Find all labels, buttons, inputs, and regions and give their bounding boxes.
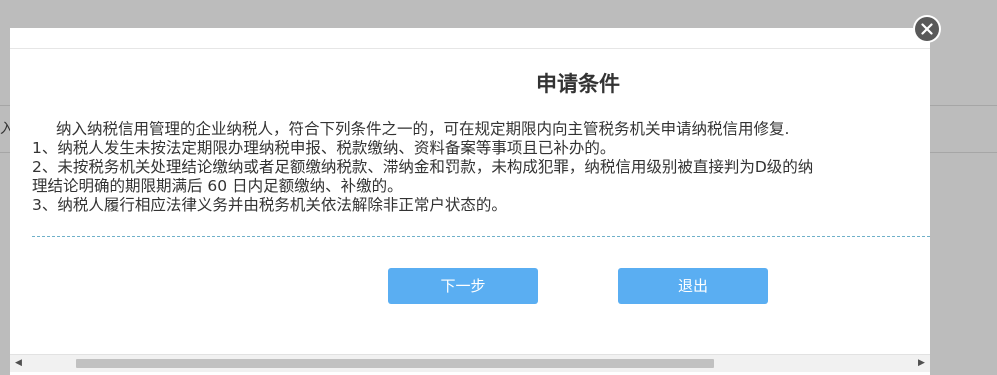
- horizontal-scrollbar[interactable]: ◀ ▶: [10, 354, 930, 372]
- background-text-fragment: 入: [0, 121, 10, 137]
- scrollbar-thumb[interactable]: [76, 359, 714, 368]
- conditions-intro: 纳入纳税信用管理的企业纳税人，符合下列条件之一的，可在规定期限内向主管税务机关申…: [56, 120, 790, 138]
- close-icon: [915, 17, 939, 41]
- scroll-left-icon[interactable]: ◀: [10, 355, 27, 372]
- dialog-title-bar: [10, 28, 930, 49]
- next-step-button[interactable]: 下一步: [388, 268, 538, 304]
- condition-item: 1、纳税人发生未按法定期限办理纳税申报、税款缴纳、资料备案等事项且已补办的。: [32, 139, 616, 157]
- close-button[interactable]: [913, 15, 941, 43]
- application-conditions-dialog: 申请条件 纳入纳税信用管理的企业纳税人，符合下列条件之一的，可在规定期限内向主管…: [10, 28, 930, 375]
- condition-item: 理结论明确的期限期满后 60 日内足额缴纳、补缴的。: [32, 177, 403, 195]
- dialog-title: 申请条件: [536, 72, 620, 96]
- exit-button[interactable]: 退出: [618, 268, 768, 304]
- dashed-divider: [32, 236, 930, 237]
- condition-item: 2、未按税务机关处理结论缴纳或者足额缴纳税款、滞纳金和罚款，未构成犯罪，纳税信用…: [32, 158, 814, 176]
- condition-item: 3、纳税人履行相应法律义务并由税务机关依法解除非正常户状态的。: [32, 196, 507, 214]
- scroll-right-icon[interactable]: ▶: [913, 355, 930, 372]
- conditions-content: 纳入纳税信用管理的企业纳税人，符合下列条件之一的，可在规定期限内向主管税务机关申…: [32, 120, 930, 215]
